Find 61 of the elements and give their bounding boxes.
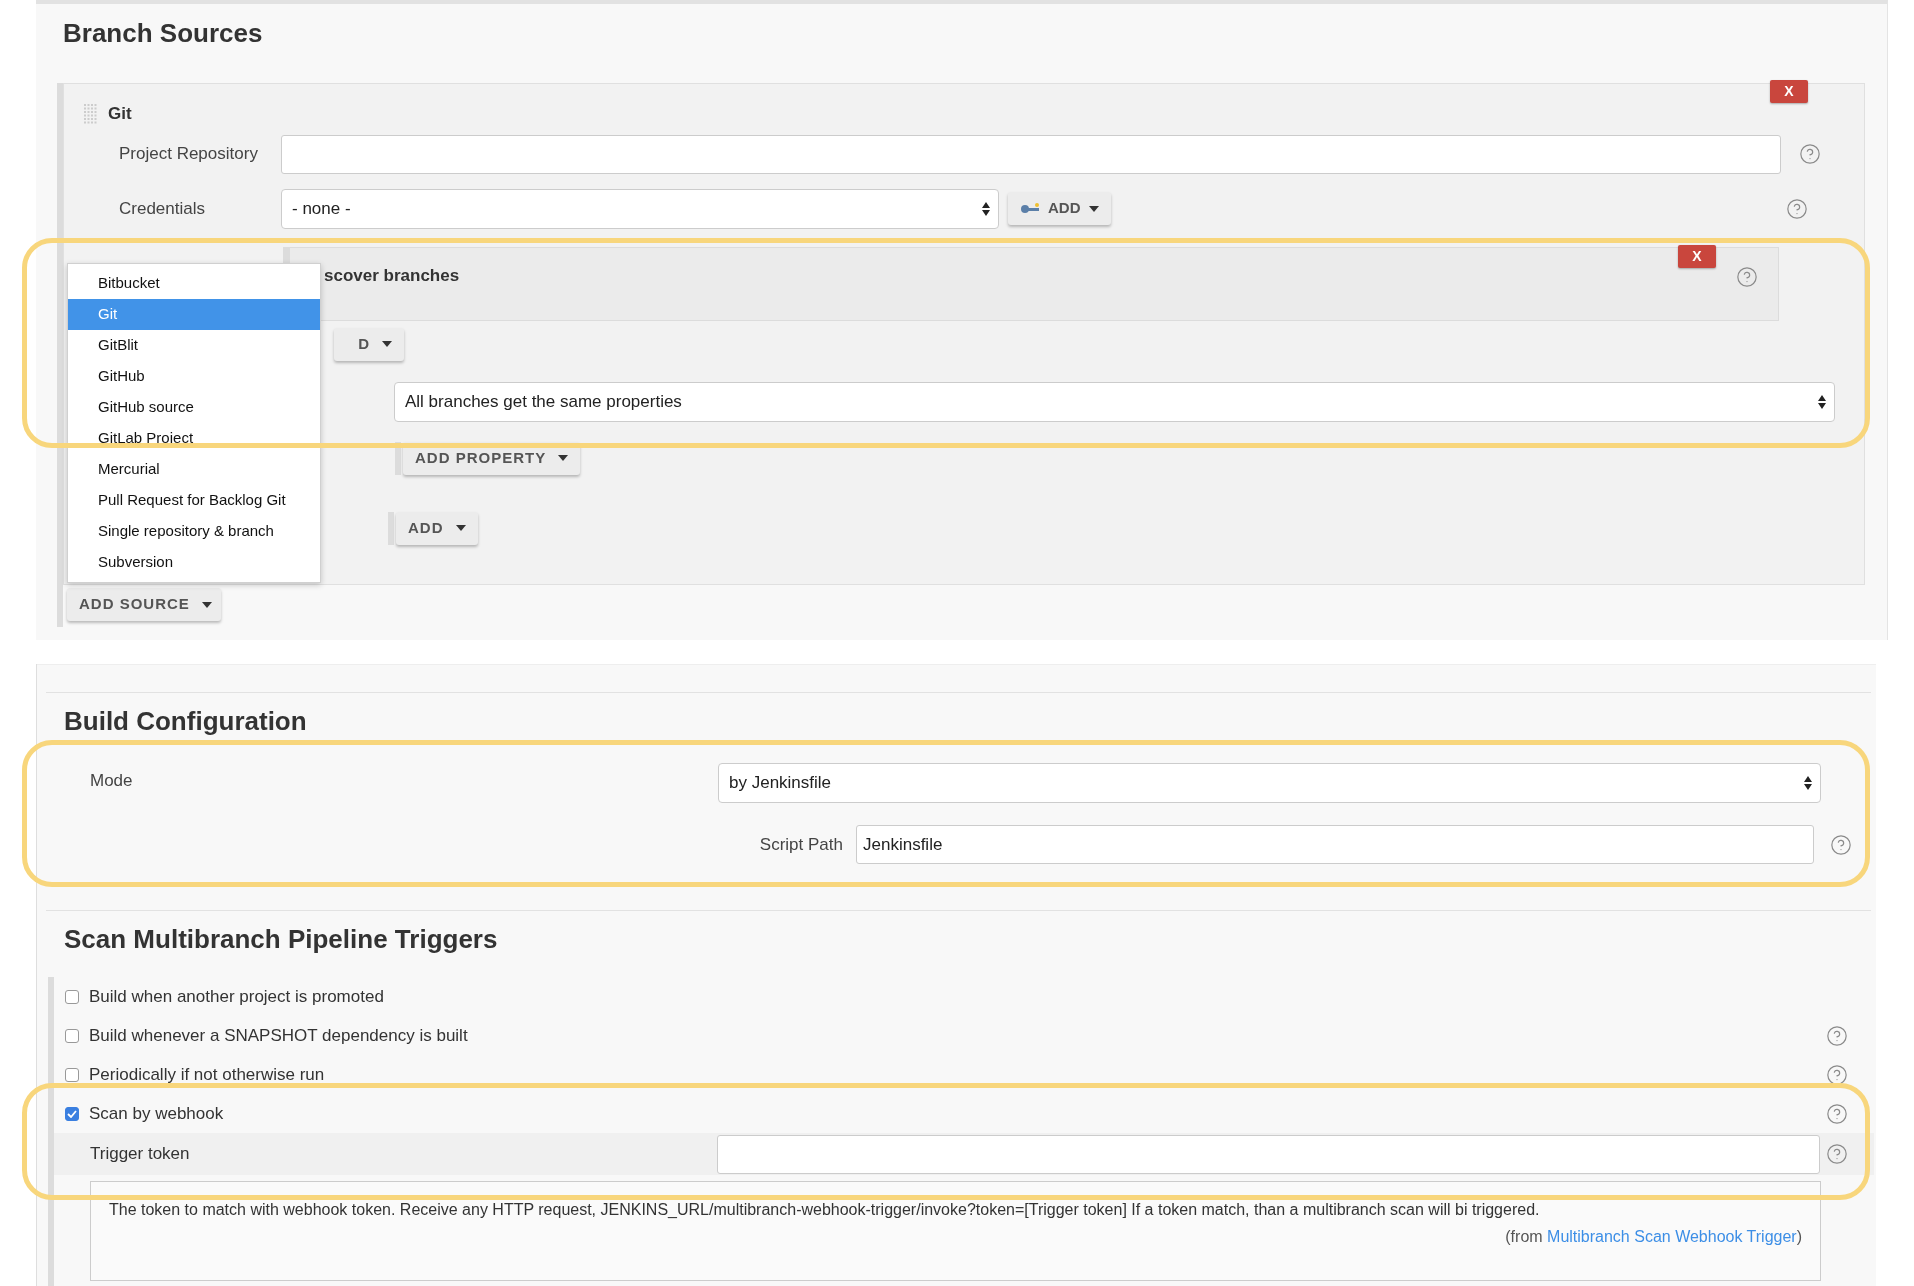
help-source: (from Multibranch Scan Webhook Trigger) — [1505, 1227, 1802, 1247]
indent-bar — [395, 441, 401, 475]
checkbox[interactable] — [65, 1028, 79, 1043]
select-field[interactable]: - none - — [281, 188, 999, 229]
caret-icon — [558, 455, 569, 461]
help-icon[interactable] — [1826, 1102, 1848, 1125]
checkbox-label: Scan by webhook — [89, 1102, 224, 1125]
select-field[interactable]: by Jenkinsfile — [718, 763, 1821, 803]
field-label: Mode — [89, 770, 134, 792]
menu-item[interactable]: Single repository & branch — [68, 516, 320, 547]
help-icon[interactable] — [1799, 143, 1821, 165]
field-label: Script Path — [758, 833, 843, 856]
select-arrows-icon — [1804, 775, 1812, 791]
checkbox[interactable] — [65, 1067, 79, 1082]
section-heading: Scan Multibranch Pipeline Triggers — [64, 923, 499, 956]
remove-button[interactable]: X — [1770, 80, 1808, 103]
menu-item[interactable]: GitHub — [68, 361, 320, 392]
help-text: The token to match with webhook token. Receive any HTTP request, JENKINS_URL/multibranch-webhook-trigger/invoke?token=[Trigger token] If a token match, than a multibranch scan will bi triggered. — [109, 1200, 1541, 1220]
input-field[interactable] — [281, 134, 1781, 174]
field-label: Credentials — [118, 197, 206, 220]
add-source-button[interactable]: ADD SOURCE — [67, 588, 221, 621]
add-button[interactable]: D — [334, 327, 404, 361]
add-button[interactable]: ADD — [396, 511, 478, 545]
input-field[interactable] — [717, 1134, 1820, 1174]
caret-icon — [1088, 205, 1099, 212]
section-heading: Build Configuration — [64, 705, 308, 738]
key-icon — [1020, 202, 1040, 215]
add-button[interactable]: ADD — [1008, 192, 1111, 225]
checkbox-label: Periodically if not otherwise run — [89, 1063, 325, 1086]
field-label: Trigger token — [89, 1143, 191, 1166]
help-icon[interactable] — [1826, 1024, 1848, 1047]
section-heading: Branch Sources — [63, 17, 264, 50]
checkbox[interactable] — [65, 1106, 79, 1121]
help-icon[interactable] — [1826, 1143, 1848, 1165]
checkbox-label: Build whenever a SNAPSHOT dependency is built — [89, 1024, 468, 1047]
checkbox[interactable] — [65, 989, 79, 1004]
help-icon[interactable] — [1826, 1063, 1848, 1086]
source-title: Git — [108, 103, 132, 125]
caret-icon — [455, 525, 466, 531]
behaviour-title: scover branches — [324, 264, 460, 287]
menu-item[interactable]: GitBlit — [68, 330, 320, 361]
menu-item[interactable]: GitHub source — [68, 392, 320, 423]
input-field[interactable]: Jenkinsfile — [856, 825, 1814, 864]
help-icon[interactable] — [1830, 833, 1852, 856]
select-arrows-icon — [982, 200, 990, 217]
caret-icon — [382, 341, 392, 347]
drag-handle-icon[interactable] — [84, 103, 98, 124]
help-icon[interactable] — [1785, 197, 1808, 220]
field-label: Project Repository — [118, 143, 259, 166]
menu-item[interactable]: Bitbucket — [68, 268, 320, 299]
select-arrows-icon — [1818, 393, 1826, 410]
checkbox-label: Build when another project is promoted — [89, 985, 384, 1008]
menu-item[interactable]: Pull Request for Backlog Git — [68, 485, 320, 516]
select-field[interactable]: All branches get the same properties — [394, 381, 1835, 422]
indent-bar — [388, 511, 394, 545]
menu-item[interactable]: Mercurial — [68, 454, 320, 485]
menu-item[interactable]: Subversion — [68, 547, 320, 578]
menu-item[interactable]: GitLab Project — [68, 423, 320, 454]
remove-button[interactable]: X — [1678, 244, 1716, 268]
help-icon[interactable] — [1736, 265, 1758, 288]
caret-icon — [201, 601, 212, 608]
